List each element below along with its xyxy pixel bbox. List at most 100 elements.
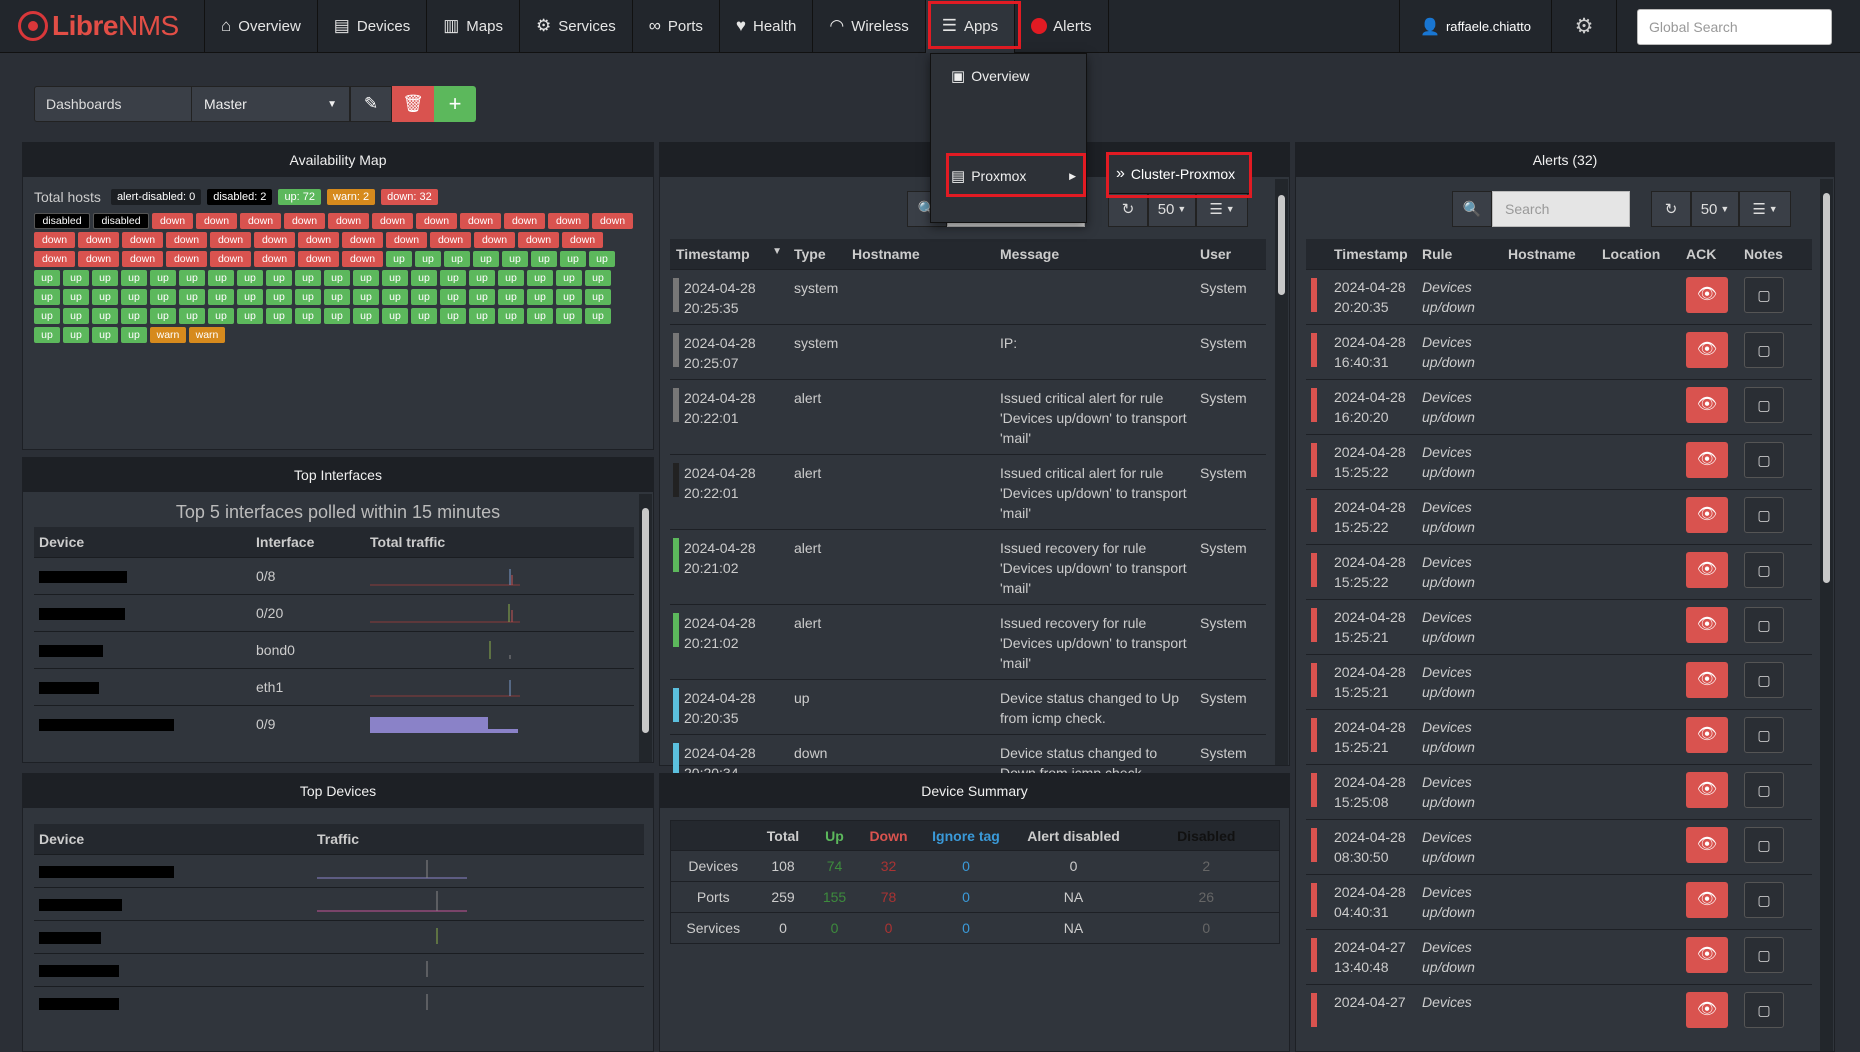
table-row[interactable]: 2024-04-28 20:20:35 up Device status change… xyxy=(670,678,1266,734)
table-row[interactable]: eth1 xyxy=(34,667,634,705)
availability-tile-down[interactable]: down xyxy=(210,232,251,248)
notes-button[interactable]: ▢ xyxy=(1744,661,1784,698)
availability-tile-down[interactable]: down xyxy=(298,251,339,267)
availability-tile-up[interactable]: up xyxy=(502,251,528,267)
ack-button[interactable]: 👁 xyxy=(1686,496,1728,533)
columns-select[interactable]: ☰ ▼ xyxy=(1196,191,1248,227)
availability-tile-up[interactable]: up xyxy=(63,289,89,305)
table-row[interactable]: 2024-04-28 20:21:02 alert Issued recovery f… xyxy=(670,528,1266,604)
alerts-search-input[interactable]: Search xyxy=(1492,191,1630,227)
availability-tile-up[interactable]: up xyxy=(324,270,350,286)
availability-tile-up[interactable]: up xyxy=(473,251,499,267)
availability-tile-down[interactable]: down xyxy=(562,232,603,248)
availability-tile-down[interactable]: down xyxy=(78,251,119,267)
availability-tile-up[interactable]: up xyxy=(531,251,557,267)
availability-tile-down[interactable]: down xyxy=(372,213,413,229)
dashboard-select[interactable]: Master ▼ xyxy=(192,86,350,122)
availability-tile-up[interactable]: up xyxy=(498,308,524,324)
notes-button[interactable]: ▢ xyxy=(1744,826,1784,863)
availability-tile-up[interactable]: up xyxy=(556,270,582,286)
availability-tile-up[interactable]: up xyxy=(411,308,437,324)
availability-tile-up[interactable]: up xyxy=(34,327,60,343)
availability-tile-up[interactable]: up xyxy=(237,289,263,305)
notes-button[interactable]: ▢ xyxy=(1744,606,1784,643)
eventlog-scrollbar[interactable] xyxy=(1275,179,1288,765)
availability-tile-down[interactable]: down xyxy=(152,213,193,229)
notes-button[interactable]: ▢ xyxy=(1744,991,1784,1028)
nav-maps[interactable]: ▥ Maps xyxy=(427,0,520,53)
availability-tile-down[interactable]: down xyxy=(78,232,119,248)
add-dashboard-button[interactable]: + xyxy=(434,86,476,122)
availability-tile-down[interactable]: down xyxy=(210,251,251,267)
availability-tile-down[interactable]: down xyxy=(122,232,163,248)
nav-overview[interactable]: ⌂ Overview xyxy=(205,0,318,53)
user-menu[interactable]: 👤 raffaele.chiatto xyxy=(1399,0,1552,53)
table-row[interactable] xyxy=(34,886,644,920)
availability-tile-up[interactable]: up xyxy=(589,251,615,267)
availability-tile-up[interactable]: up xyxy=(498,289,524,305)
nav-services[interactable]: ⚙ Services xyxy=(520,0,633,53)
nav-devices[interactable]: ▤ Devices xyxy=(318,0,428,53)
ack-button[interactable]: 👁 xyxy=(1686,331,1728,368)
availability-tile-up[interactable]: up xyxy=(92,270,118,286)
ack-button[interactable]: 👁 xyxy=(1686,606,1728,643)
availability-tile-up[interactable]: up xyxy=(382,270,408,286)
apps-menu-overview[interactable]: ▣ Overview xyxy=(931,58,1086,94)
table-row[interactable]: 2024-04-28 16:20:20 Devices up/down 👁 ▢ xyxy=(1306,378,1812,434)
availability-tile-warn[interactable]: warn xyxy=(189,327,225,343)
nav-ports[interactable]: ∞ Ports xyxy=(633,0,720,53)
availability-tile-up[interactable]: up xyxy=(556,308,582,324)
availability-tile-up[interactable]: up xyxy=(411,289,437,305)
availability-tile-up[interactable]: up xyxy=(121,327,147,343)
availability-tile-down[interactable]: down xyxy=(34,232,75,248)
availability-tile-up[interactable]: up xyxy=(266,289,292,305)
availability-tile-up[interactable]: up xyxy=(415,251,441,267)
notes-button[interactable]: ▢ xyxy=(1744,551,1784,588)
availability-tile-up[interactable]: up xyxy=(440,289,466,305)
notes-button[interactable]: ▢ xyxy=(1744,441,1784,478)
availability-tile-down[interactable]: down xyxy=(592,213,633,229)
availability-tile-down[interactable]: down xyxy=(166,232,207,248)
ack-button[interactable]: 👁 xyxy=(1686,661,1728,698)
table-row[interactable]: bond0 xyxy=(34,630,634,668)
availability-tile-down[interactable]: down xyxy=(166,251,207,267)
table-row[interactable] xyxy=(34,853,644,887)
availability-tile-warn[interactable]: warn xyxy=(150,327,186,343)
table-row[interactable]: 2024-04-28 20:22:01 alert Issued critical a… xyxy=(670,453,1266,529)
columns-select[interactable]: ☰ ▼ xyxy=(1739,191,1791,227)
scroll-thumb[interactable] xyxy=(1823,193,1830,583)
availability-tile-up[interactable]: up xyxy=(382,289,408,305)
legend-up[interactable]: up: 72 xyxy=(278,189,322,205)
table-row[interactable]: 2024-04-27 13:40:48 Devices up/down 👁 ▢ xyxy=(1306,928,1812,984)
notes-button[interactable]: ▢ xyxy=(1744,881,1784,918)
notes-button[interactable]: ▢ xyxy=(1744,716,1784,753)
availability-tile-up[interactable]: up xyxy=(585,308,611,324)
availability-tile-down[interactable]: down xyxy=(548,213,589,229)
availability-tile-up[interactable]: up xyxy=(527,270,553,286)
availability-tile-down[interactable]: down xyxy=(240,213,281,229)
availability-tile-up[interactable]: up xyxy=(34,308,60,324)
delete-dashboard-button[interactable]: 🗑 xyxy=(392,86,434,122)
table-row[interactable]: 2024-04-28 16:40:31 Devices up/down 👁 ▢ xyxy=(1306,323,1812,379)
availability-tile-up[interactable]: up xyxy=(527,289,553,305)
availability-tile-down[interactable]: down xyxy=(474,232,515,248)
availability-tile-down[interactable]: down xyxy=(518,232,559,248)
availability-tile-up[interactable]: up xyxy=(266,270,292,286)
legend-warn[interactable]: warn: 2 xyxy=(327,189,376,205)
availability-tile-up[interactable]: up xyxy=(63,270,89,286)
availability-tile-down[interactable]: down xyxy=(460,213,501,229)
availability-tile-up[interactable]: up xyxy=(469,308,495,324)
availability-tile-up[interactable]: up xyxy=(498,270,524,286)
table-row[interactable]: 2024-04-27 Devices 👁 ▢ xyxy=(1306,983,1812,1035)
availability-tile-up[interactable]: up xyxy=(440,308,466,324)
availability-tile-up[interactable]: up xyxy=(295,289,321,305)
refresh-button[interactable]: ↻ xyxy=(1651,191,1691,227)
table-row[interactable]: 2024-04-28 20:20:35 Devices up/down 👁 ▢ xyxy=(1306,268,1812,324)
availability-tile-up[interactable]: up xyxy=(585,270,611,286)
availability-tile-up[interactable]: up xyxy=(179,270,205,286)
submenu-cluster-proxmox[interactable]: Cluster-Proxmox xyxy=(1131,166,1235,182)
legend-disabled[interactable]: disabled: 2 xyxy=(207,189,273,205)
availability-tile-up[interactable]: up xyxy=(121,308,147,324)
ack-button[interactable]: 👁 xyxy=(1686,716,1728,753)
availability-tile-down[interactable]: down xyxy=(254,251,295,267)
